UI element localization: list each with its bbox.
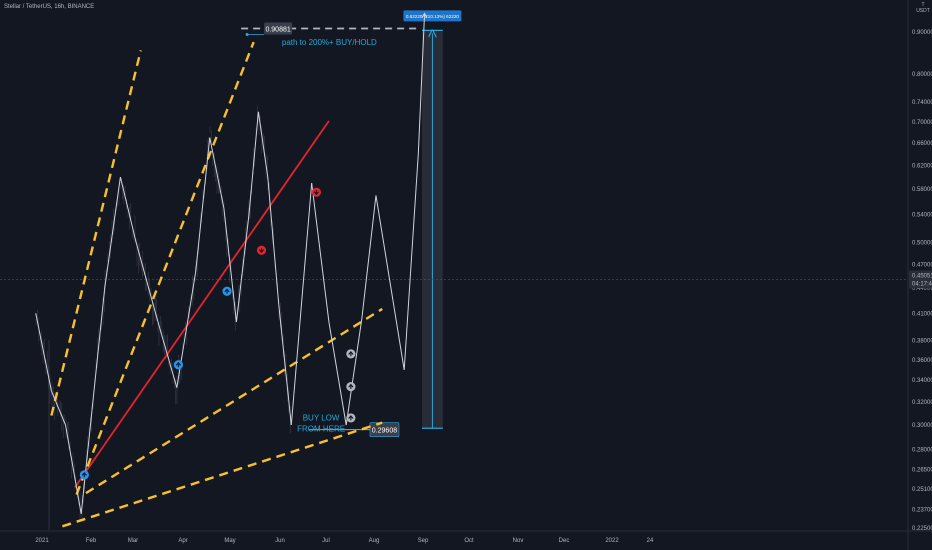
plot-background xyxy=(0,0,908,531)
y-tick-label: 0.62000 xyxy=(912,163,932,169)
y-tick-label: 0.34000 xyxy=(912,378,932,384)
y-tick-label: 0.41000 xyxy=(912,311,932,317)
time-axis[interactable]: 2021 Feb Mar Apr May Jun Jul Aug Sep Oct Nov Dec 202… xyxy=(35,538,654,544)
y-tick-label: 0.47000 xyxy=(912,262,932,268)
y-tick-label: 0.54000 xyxy=(912,213,932,219)
price-chart[interactable]: 0.62220 (210.13%) 62220 0.90881 0.29608 p… xyxy=(0,0,932,550)
target-level-pointer-dot xyxy=(245,33,249,37)
chart-window: Stellar / TetherUS, 16h, BINANCE T USDT … xyxy=(0,0,932,550)
y-tick-label: 0.80000 xyxy=(912,72,932,78)
x-tick-label: Jun xyxy=(275,538,285,544)
currency-unit: USDT xyxy=(916,8,930,14)
buy-marker-5[interactable] xyxy=(346,381,356,392)
y-tick-label: 0.23700 xyxy=(912,507,932,513)
buy-low-note-line-2: FROM HERE xyxy=(297,424,345,433)
buy-marker-1[interactable] xyxy=(79,470,89,480)
x-tick-label: Mar xyxy=(128,538,138,544)
current-price-label: 0.45051 xyxy=(912,274,932,280)
buy-marker-3[interactable] xyxy=(222,286,232,296)
sell-marker-2[interactable] xyxy=(311,187,321,197)
x-tick-label: Dec xyxy=(559,538,570,544)
symbol-title: Stellar / TetherUS, 16h, BINANCE xyxy=(4,4,95,10)
path-note: path to 200%+ BUY/HOLD xyxy=(282,38,377,47)
buy-level-label: 0.29608 xyxy=(372,428,397,435)
y-tick-label: 0.74000 xyxy=(912,100,932,106)
x-tick-label: Jul xyxy=(322,538,330,544)
target-level-label: 0.90881 xyxy=(265,27,290,34)
y-tick-label: 0.28000 xyxy=(912,448,932,454)
y-tick-label: 0.58000 xyxy=(912,187,932,193)
y-tick-label: 0.25100 xyxy=(912,487,932,493)
x-tick-label: Aug xyxy=(369,538,380,544)
x-tick-label: 2021 xyxy=(35,538,49,544)
buy-low-note-line-1: BUY LOW xyxy=(303,413,340,422)
y-tick-label: 0.30000 xyxy=(912,423,932,429)
price-axis[interactable]: 0.90000 0.80000 0.74000 0.70000 0.66000 0.620… xyxy=(909,30,932,532)
y-tick-label: 0.26500 xyxy=(912,467,932,473)
current-price-countdown: 04:17:42 xyxy=(912,282,932,288)
x-tick-label: 2022 xyxy=(605,538,619,544)
y-tick-label: 0.22500 xyxy=(912,526,932,532)
y-tick-label: 0.90000 xyxy=(912,30,932,36)
x-tick-label: Nov xyxy=(513,538,524,544)
projection-label: 0.62220 (210.13%) 62220 xyxy=(406,14,460,19)
buy-marker-4[interactable] xyxy=(346,349,356,359)
x-tick-label: Oct xyxy=(464,538,474,544)
buy-marker-6[interactable] xyxy=(346,413,356,423)
y-tick-label: 0.70000 xyxy=(912,120,932,126)
y-tick-label: 0.32000 xyxy=(912,400,932,406)
x-tick-label: May xyxy=(224,538,235,544)
x-tick-label: Sep xyxy=(418,538,429,544)
sell-marker-1[interactable] xyxy=(256,245,267,255)
currency-unit-label: T USDT xyxy=(914,2,932,14)
buy-marker-2[interactable] xyxy=(173,360,184,370)
y-tick-label: 0.38000 xyxy=(912,338,932,344)
x-tick-label: 24 xyxy=(647,538,654,544)
y-tick-label: 0.36000 xyxy=(912,358,932,364)
x-tick-label: Apr xyxy=(178,538,187,544)
y-tick-label: 0.66000 xyxy=(912,141,932,147)
x-tick-label: Feb xyxy=(86,538,97,544)
y-tick-label: 0.50000 xyxy=(912,240,932,246)
